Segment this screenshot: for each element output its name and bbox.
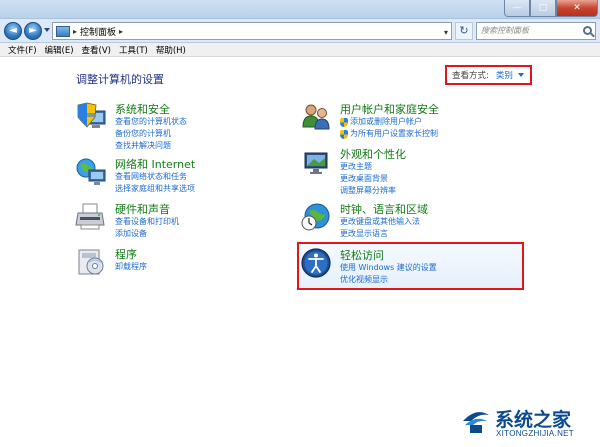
network-globe-icon[interactable] bbox=[75, 156, 107, 188]
link-display-language[interactable]: 更改显示语言 bbox=[340, 228, 420, 240]
close-button[interactable]: ✕ bbox=[556, 0, 598, 17]
link-network-status[interactable]: 查看网络状态和任务 bbox=[115, 171, 195, 183]
page-title: 调整计算机的设置 bbox=[76, 73, 164, 86]
menu-bar: 文件(F) 编辑(E) 查看(V) 工具(T) 帮助(H) bbox=[0, 43, 600, 57]
view-by-value[interactable]: 类别 bbox=[496, 69, 513, 81]
control-panel-content: 调整计算机的设置 查看方式: 类别 系统和安全 查看您的计算机状态 备份您的计算… bbox=[0, 58, 600, 447]
link-view-computer-status[interactable]: 查看您的计算机状态 bbox=[115, 116, 187, 128]
link-devices-printers[interactable]: 查看设备和打印机 bbox=[115, 216, 179, 228]
clock-globe-icon[interactable] bbox=[300, 201, 332, 233]
link-backup-computer[interactable]: 备份您的计算机 bbox=[115, 128, 187, 140]
refresh-button[interactable]: ↻ bbox=[455, 22, 473, 40]
category-title[interactable]: 网络和 Internet bbox=[115, 156, 195, 172]
back-button[interactable]: ◄ bbox=[4, 22, 22, 40]
address-bar[interactable]: ▸ 控制面板 ▸ ▾ bbox=[52, 22, 452, 40]
link-screen-resolution[interactable]: 调整屏幕分辨率 bbox=[340, 185, 396, 197]
address-row: ◄ ► ▸ 控制面板 ▸ ▾ ↻ 搜索控制面板 bbox=[0, 19, 600, 43]
search-input[interactable]: 搜索控制面板 bbox=[476, 22, 596, 40]
category-title[interactable]: 用户帐户和家庭安全 bbox=[340, 101, 439, 117]
shield-computer-icon[interactable] bbox=[75, 101, 107, 133]
category-title[interactable]: 时钟、语言和区域 bbox=[340, 201, 428, 217]
menu-tools[interactable]: 工具(T) bbox=[119, 44, 148, 56]
chevron-down-icon[interactable] bbox=[517, 73, 524, 77]
category-title[interactable]: 程序 bbox=[115, 246, 137, 262]
search-icon[interactable] bbox=[583, 26, 592, 35]
users-icon[interactable] bbox=[300, 101, 332, 133]
display-icon[interactable] bbox=[300, 146, 332, 178]
breadcrumb-chevron-icon[interactable]: ▸ bbox=[119, 27, 123, 36]
link-recommended-settings[interactable]: 使用 Windows 建议的设置 bbox=[340, 262, 437, 274]
link-change-theme[interactable]: 更改主题 bbox=[340, 161, 396, 173]
link-parental-controls[interactable]: 为所有用户设置家长控制 bbox=[340, 128, 438, 140]
watermark-url: XITONGZHIJIA.NET bbox=[496, 429, 574, 438]
link-uninstall-program[interactable]: 卸载程序 bbox=[115, 261, 147, 273]
control-panel-icon bbox=[56, 25, 70, 37]
link-add-remove-accounts[interactable]: 添加或删除用户帐户 bbox=[340, 116, 438, 128]
ease-of-access-icon[interactable] bbox=[300, 247, 332, 279]
search-placeholder: 搜索控制面板 bbox=[481, 26, 529, 35]
menu-file[interactable]: 文件(F) bbox=[8, 44, 37, 56]
forward-button[interactable]: ► bbox=[24, 22, 42, 40]
title-bar: — □ ✕ bbox=[0, 0, 600, 19]
link-homegroup-sharing[interactable]: 选择家庭组和共享选项 bbox=[115, 183, 195, 195]
link-change-keyboard[interactable]: 更改键盘或其他输入法 bbox=[340, 216, 420, 228]
menu-edit[interactable]: 编辑(E) bbox=[45, 44, 74, 56]
link-optimize-visual-display[interactable]: 优化视频显示 bbox=[340, 274, 437, 286]
category-title[interactable]: 外观和个性化 bbox=[340, 146, 406, 162]
address-dropdown-icon[interactable]: ▾ bbox=[444, 28, 448, 37]
maximize-button[interactable]: □ bbox=[530, 0, 556, 17]
link-troubleshoot[interactable]: 查找并解决问题 bbox=[115, 140, 187, 152]
category-title[interactable]: 系统和安全 bbox=[115, 101, 170, 117]
menu-view[interactable]: 查看(V) bbox=[82, 44, 111, 56]
category-title[interactable]: 硬件和声音 bbox=[115, 201, 170, 217]
minimize-button[interactable]: — bbox=[504, 0, 530, 17]
breadcrumb-control-panel[interactable]: 控制面板 bbox=[80, 25, 116, 38]
printer-icon[interactable] bbox=[75, 201, 107, 233]
link-add-device[interactable]: 添加设备 bbox=[115, 228, 179, 240]
site-logo-icon bbox=[463, 412, 489, 433]
link-desktop-background[interactable]: 更改桌面背景 bbox=[340, 173, 396, 185]
watermark-title: 系统之家 bbox=[495, 409, 572, 431]
view-by-label: 查看方式: bbox=[452, 71, 489, 81]
programs-icon[interactable] bbox=[75, 246, 107, 278]
menu-help[interactable]: 帮助(H) bbox=[156, 44, 186, 56]
watermark: 系统之家 XITONGZHIJIA.NET bbox=[455, 399, 600, 447]
uac-shield-icon bbox=[340, 117, 348, 127]
uac-shield-icon bbox=[340, 129, 348, 139]
view-by-control[interactable]: 查看方式: 类别 bbox=[445, 65, 532, 85]
window-controls: — □ ✕ bbox=[504, 0, 598, 18]
breadcrumb-separator-icon[interactable]: ▸ bbox=[73, 27, 77, 36]
recent-pages-dropdown-icon[interactable] bbox=[44, 28, 50, 32]
category-title[interactable]: 轻松访问 bbox=[340, 247, 384, 263]
